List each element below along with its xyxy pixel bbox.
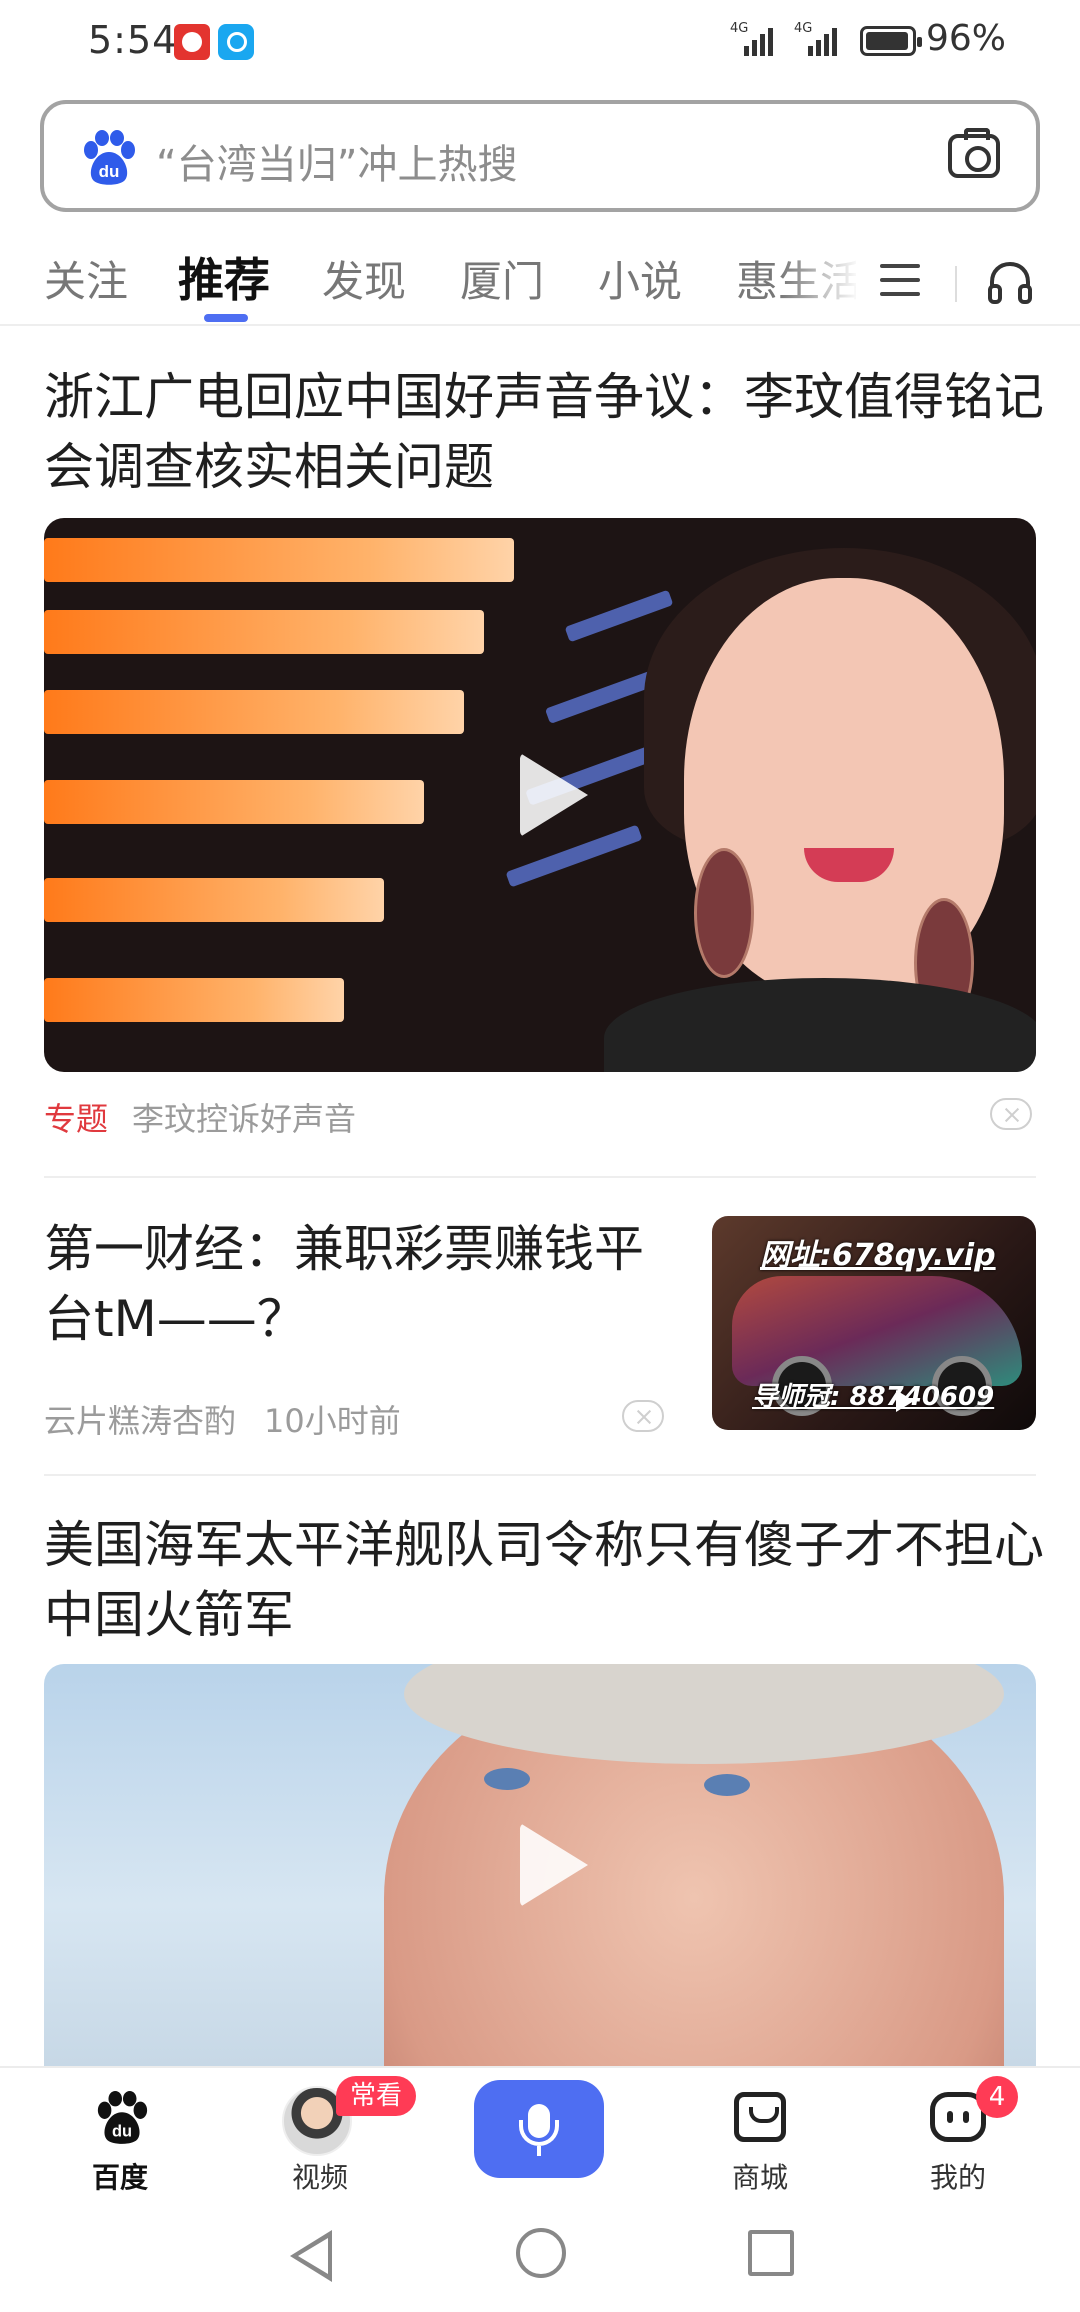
signal-2-icon: 4G [794, 22, 837, 56]
thumb-text-top: 网址:678qy.vip [760, 1238, 996, 1273]
logo-text: du [99, 162, 120, 181]
notification-app-icon [174, 24, 210, 60]
voice-search-button[interactable] [474, 2080, 604, 2178]
tab-novel[interactable]: 小说 [598, 248, 682, 309]
dismiss-icon[interactable] [990, 1098, 1032, 1130]
tab-recommend[interactable]: 推荐 [178, 244, 270, 310]
recent-apps-icon[interactable] [748, 2230, 794, 2276]
signal-2-label: 4G [794, 21, 813, 36]
video-thumbnail-1[interactable] [44, 518, 1036, 1072]
system-nav-bar [0, 2192, 1080, 2312]
shopping-bag-icon [734, 2092, 786, 2142]
feed-divider [44, 1176, 1036, 1178]
menu-icon[interactable] [880, 264, 920, 296]
article-source: 云片糕涛杏酌 [44, 1402, 237, 1440]
battery-percent: 96% [926, 18, 1007, 59]
tab-follow[interactable]: 关注 [44, 248, 128, 309]
status-time: 5:54 [88, 18, 178, 62]
home-icon[interactable] [516, 2228, 566, 2278]
active-tab-indicator [204, 314, 248, 322]
news-title-1[interactable]: 浙江广电回应中国好声音争议：李玟值得铭记 会调查核实相关问题 [44, 362, 1044, 502]
feed-divider [44, 1474, 1036, 1476]
status-bar: 5:54 4G 4G 96% [0, 0, 1080, 84]
tab-separator [955, 266, 957, 302]
baidu-paw-logo-icon: du [84, 130, 135, 185]
thumb-text-bottom: 导师冠: 88740609 [752, 1382, 995, 1412]
play-icon[interactable] [520, 1823, 588, 1907]
video-badge: 常看 [336, 2076, 417, 2116]
channel-tabs: 关注 推荐 发现 厦门 小说 惠生活 [0, 238, 1080, 326]
paw-logo-text: du [112, 2122, 132, 2140]
back-icon[interactable] [290, 2230, 332, 2282]
nav-mall-label: 商城 [731, 2161, 788, 2194]
baidu-paw-icon: du [97, 2090, 148, 2144]
article-thumbnail-2[interactable]: 网址:678qy.vip 导师冠: 88740609 [712, 1216, 1036, 1430]
battery-icon [860, 26, 922, 56]
nav-home-label: 百度 [91, 2161, 148, 2194]
topic-subtitle[interactable]: 李玟控诉好声音 [132, 1094, 356, 1140]
news-title-3[interactable]: 美国海军太平洋舰队司令称只有傻子才不担心中国火箭军 [44, 1510, 1044, 1650]
nav-video-label: 视频 [291, 2161, 348, 2194]
headphone-icon[interactable] [986, 258, 1034, 306]
tabs-divider [0, 324, 1080, 326]
article-time: 10小时前 [264, 1402, 401, 1440]
dismiss-icon-2[interactable] [622, 1400, 664, 1432]
tab-fade [780, 238, 860, 326]
news-title-2[interactable]: 第一财经：兼职彩票赚钱平台tM——？ [44, 1214, 684, 1354]
notification-count-badge: 4 [976, 2076, 1018, 2118]
topic-tag: 专题 [44, 1100, 109, 1138]
signal-1-icon: 4G [730, 22, 773, 56]
nav-me-label: 我的 [929, 2161, 986, 2194]
play-icon[interactable] [520, 753, 588, 837]
thumb-play-icon [896, 1390, 914, 1412]
search-placeholder[interactable]: “台湾当归”冲上热搜 [156, 132, 517, 190]
tab-discover[interactable]: 发现 [322, 248, 406, 309]
signal-1-label: 4G [730, 21, 749, 36]
camera-icon[interactable] [948, 128, 1000, 178]
search-bar[interactable]: du “台湾当归”冲上热搜 [40, 100, 1040, 212]
video-thumbnail-3[interactable] [44, 1664, 1036, 2066]
search-app-notification-icon [218, 24, 254, 60]
tab-xiamen[interactable]: 厦门 [460, 248, 544, 309]
